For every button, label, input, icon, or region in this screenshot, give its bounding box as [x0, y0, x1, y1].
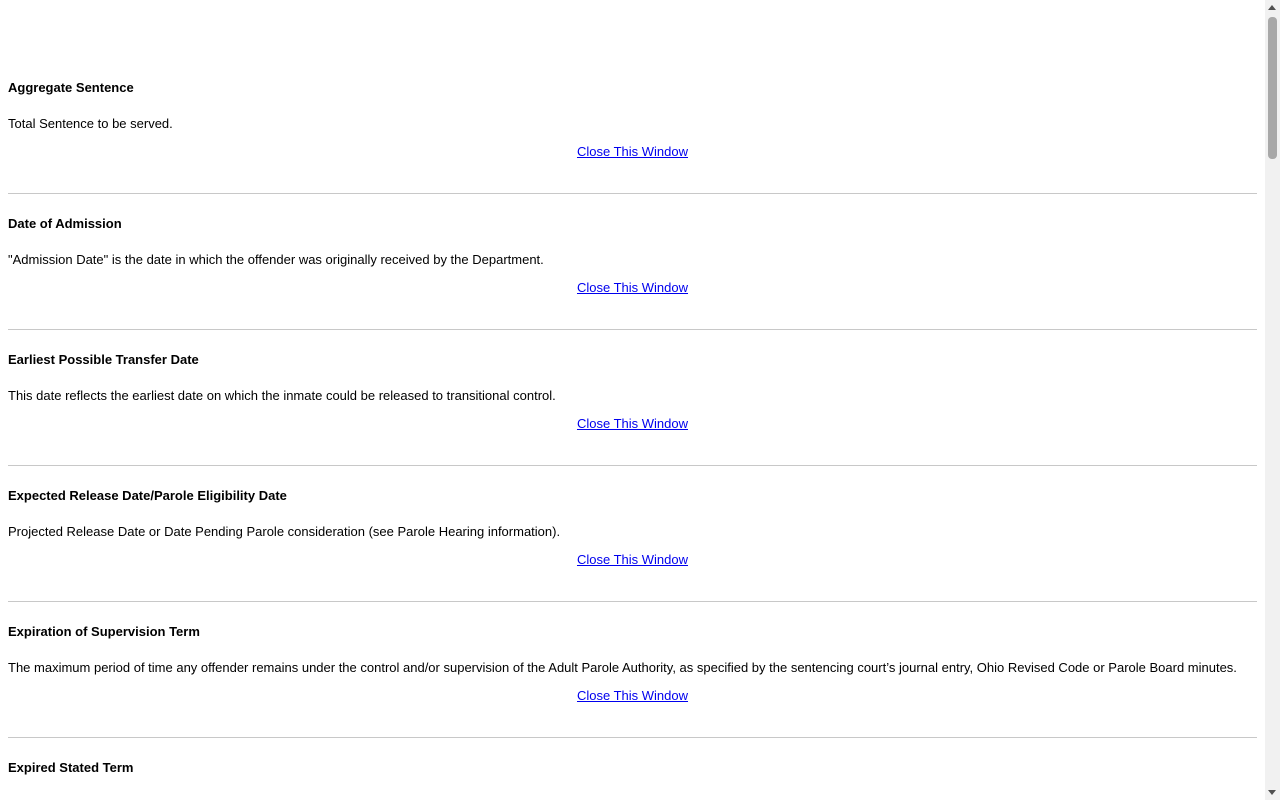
- glossary-entry: Expired Stated Term: [8, 760, 1257, 775]
- close-window-link[interactable]: Close This Window: [577, 416, 688, 431]
- term-heading: Expired Stated Term: [8, 760, 134, 775]
- section-divider: [8, 193, 1257, 194]
- close-window-link[interactable]: Close This Window: [577, 688, 688, 703]
- term-heading: Expiration of Supervision Term: [8, 624, 200, 639]
- term-heading: Expected Release Date/Parole Eligibility…: [8, 488, 287, 503]
- term-definition: "Admission Date" is the date in which th…: [8, 252, 544, 267]
- section-divider: [8, 329, 1257, 330]
- term-definition: This date reflects the earliest date on …: [8, 388, 556, 403]
- glossary-content: Aggregate Sentence Total Sentence to be …: [8, 80, 1257, 775]
- close-window-link[interactable]: Close This Window: [577, 144, 688, 159]
- term-definition: Projected Release Date or Date Pending P…: [8, 524, 561, 539]
- glossary-entry: Earliest Possible Transfer Date This dat…: [8, 352, 1257, 466]
- glossary-entry: Expected Release Date/Parole Eligibility…: [8, 488, 1257, 602]
- term-definition: Total Sentence to be served.: [8, 116, 173, 131]
- close-window-link[interactable]: Close This Window: [577, 552, 688, 567]
- close-link-wrap: Close This Window: [8, 416, 1257, 431]
- close-window-link[interactable]: Close This Window: [577, 280, 688, 295]
- glossary-entry: Expiration of Supervision Term The maxim…: [8, 624, 1257, 738]
- glossary-entry: Date of Admission "Admission Date" is th…: [8, 216, 1257, 330]
- scroll-up-arrow-icon[interactable]: [1268, 5, 1276, 10]
- scrollbar-thumb[interactable]: [1268, 17, 1277, 159]
- term-definition: The maximum period of time any offender …: [8, 660, 1237, 675]
- vertical-scrollbar[interactable]: [1265, 0, 1280, 800]
- glossary-entry: Aggregate Sentence Total Sentence to be …: [8, 80, 1257, 194]
- term-heading: Date of Admission: [8, 216, 122, 231]
- section-divider: [8, 465, 1257, 466]
- term-heading: Earliest Possible Transfer Date: [8, 352, 199, 367]
- scroll-down-arrow-icon[interactable]: [1268, 790, 1276, 795]
- close-link-wrap: Close This Window: [8, 144, 1257, 159]
- term-heading: Aggregate Sentence: [8, 80, 134, 95]
- close-link-wrap: Close This Window: [8, 552, 1257, 567]
- section-divider: [8, 601, 1257, 602]
- close-link-wrap: Close This Window: [8, 688, 1257, 703]
- glossary-page: Aggregate Sentence Total Sentence to be …: [0, 0, 1265, 800]
- close-link-wrap: Close This Window: [8, 280, 1257, 295]
- section-divider: [8, 737, 1257, 738]
